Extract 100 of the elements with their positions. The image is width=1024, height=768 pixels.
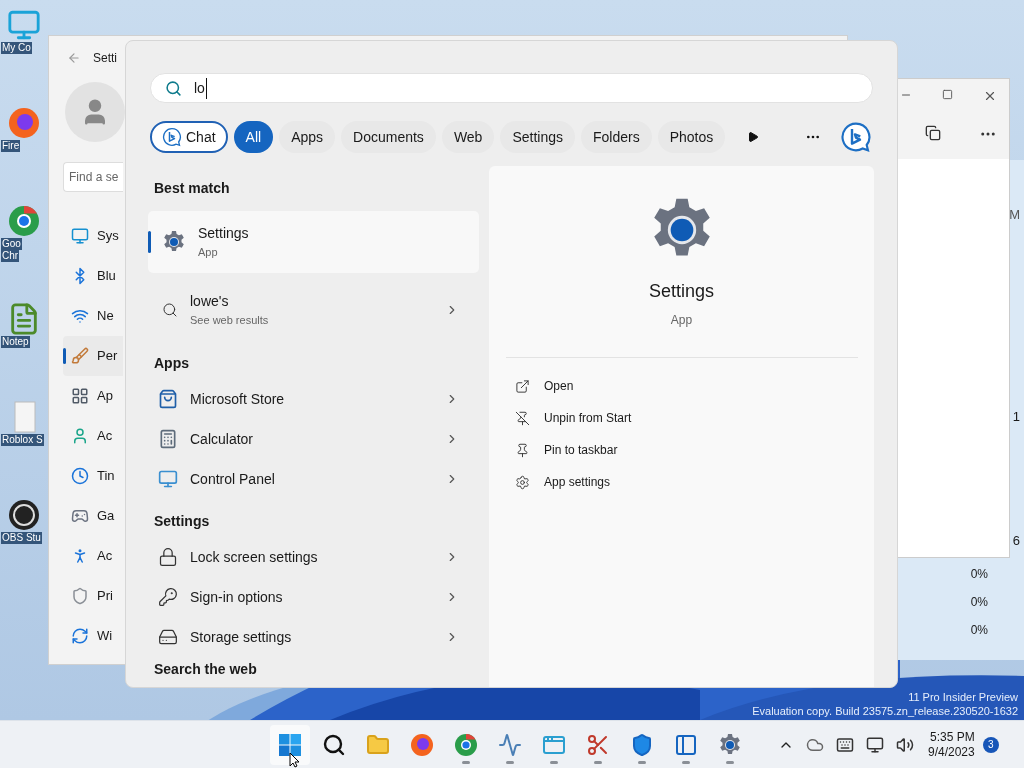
- section-heading: Apps: [154, 353, 190, 373]
- nav-item[interactable]: Per: [63, 336, 123, 376]
- nav-item[interactable]: Ac: [63, 416, 123, 456]
- lock-icon: [158, 547, 178, 567]
- filter-tab[interactable]: Settings: [500, 121, 575, 153]
- windows-logo-icon: [278, 732, 302, 757]
- action-item[interactable]: Open: [515, 370, 874, 402]
- result-item[interactable]: Lock screen settings: [154, 537, 479, 577]
- monitor-icon: [7, 8, 41, 42]
- filter-tab[interactable]: Documents: [341, 121, 436, 153]
- desktop-icon-label[interactable]: OBS Stu: [1, 532, 42, 544]
- result-item[interactable]: Microsoft Store: [154, 379, 479, 419]
- section-heading: Settings: [154, 511, 211, 531]
- nav-item[interactable]: Ga: [63, 496, 123, 536]
- cursor-icon: [289, 752, 301, 768]
- column-text: 1: [1012, 407, 1020, 426]
- clock[interactable]: 5:35 PM 9/4/2023: [928, 729, 975, 760]
- result-item[interactable]: Calculator: [154, 419, 479, 459]
- desktop-icon-label[interactable]: My Co: [1, 42, 32, 54]
- pin-icon: [515, 442, 530, 458]
- gear-icon: [162, 230, 186, 254]
- calculator-icon: [158, 429, 178, 449]
- search-icon: [322, 732, 346, 757]
- filter-tab[interactable]: Chat: [150, 121, 228, 153]
- drive-icon: [158, 627, 178, 647]
- nav-item[interactable]: Ac: [63, 536, 123, 576]
- running-indicator: [594, 760, 602, 764]
- nav-item[interactable]: Pri: [63, 576, 123, 616]
- nav-item[interactable]: Tin: [63, 456, 123, 496]
- wifi-icon: [71, 307, 89, 325]
- filter-tab[interactable]: Web: [441, 121, 495, 153]
- nav-item[interactable]: Wi: [63, 616, 123, 656]
- filter-tab[interactable]: Apps: [279, 121, 336, 153]
- running-indicator: [506, 760, 514, 764]
- action-item[interactable]: Pin to taskbar: [515, 434, 874, 466]
- nav-item[interactable]: Ap: [63, 376, 123, 416]
- desktop-icon-label[interactable]: Goo: [1, 238, 22, 250]
- result-item[interactable]: Control Panel: [154, 459, 479, 499]
- table-cell-text: 0%: [970, 565, 988, 583]
- app-logo-icon: [7, 498, 41, 532]
- clock-icon: [71, 467, 89, 485]
- browser-icon: [410, 732, 434, 757]
- notification-badge[interactable]: 3: [982, 736, 999, 753]
- open-external-icon: [515, 378, 530, 394]
- refresh-icon: [71, 627, 89, 645]
- monitor-icon: [158, 469, 178, 489]
- chat-button[interactable]: [839, 120, 873, 154]
- selection-indicator: [63, 348, 66, 364]
- running-indicator: [682, 760, 690, 764]
- running-indicator: [726, 760, 734, 764]
- copy-icon[interactable]: [925, 125, 941, 141]
- desktop-icon-label[interactable]: Roblox S: [1, 434, 44, 446]
- monitor-icon[interactable]: [866, 735, 884, 754]
- browser-icon: [7, 204, 41, 238]
- person-icon: [71, 427, 89, 445]
- brush-icon: [71, 347, 89, 365]
- play-icon: [747, 131, 760, 143]
- column-text: M: [1009, 206, 1020, 224]
- watermark-text: Evaluation copy. Build 23575.zn_release.230520-1632: [752, 704, 1018, 718]
- close-icon[interactable]: [983, 89, 997, 103]
- chat-bubble-icon: [840, 121, 873, 153]
- settings-icon: [515, 474, 530, 490]
- unpin-icon: [515, 410, 530, 426]
- nav-item[interactable]: Sys: [63, 216, 123, 256]
- nav-item[interactable]: Blu: [63, 256, 123, 296]
- desktop-icon-label[interactable]: Chr: [1, 250, 20, 262]
- gear-icon: [718, 732, 742, 757]
- maximize-icon[interactable]: [942, 89, 953, 100]
- result-item[interactable]: Storage settings: [154, 617, 479, 657]
- chat-bubble-icon: [162, 127, 182, 147]
- desktop-icon-label[interactable]: Notep: [1, 336, 30, 348]
- shopping-bag-icon: [158, 389, 178, 409]
- browser-icon: [7, 106, 41, 140]
- action-item[interactable]: Unpin from Start: [515, 402, 874, 434]
- section-heading: Best match: [154, 179, 231, 198]
- apps-icon: [71, 387, 89, 405]
- volume-icon[interactable]: [896, 735, 914, 754]
- keyboard-icon[interactable]: [836, 735, 854, 754]
- selection-indicator: [148, 231, 151, 253]
- nav-item[interactable]: Ne: [63, 296, 123, 336]
- search-field[interactable]: lo: [150, 73, 873, 103]
- filter-tab[interactable]: All: [233, 121, 274, 153]
- desktop-icon-label[interactable]: Fire: [1, 140, 21, 152]
- section-heading: Search the web: [154, 660, 258, 679]
- browser-icon: [454, 732, 478, 757]
- watermark-text: 11 Pro Insider Preview: [908, 690, 1018, 704]
- filter-tab[interactable]: Photos: [657, 121, 726, 153]
- result-item[interactable]: lowe's See web results: [154, 279, 479, 341]
- search-field[interactable]: Find a se: [63, 162, 123, 192]
- column-text: 6: [1012, 532, 1020, 550]
- shield-icon: [71, 587, 89, 605]
- search-icon: [165, 79, 182, 97]
- result-item[interactable]: Sign-in options: [154, 577, 479, 617]
- action-item[interactable]: App settings: [515, 466, 874, 498]
- scissors-icon: [586, 732, 610, 757]
- result-item[interactable]: Settings App: [148, 211, 479, 273]
- window-title: Setti: [93, 50, 117, 67]
- filter-tab[interactable]: Folders: [581, 121, 652, 153]
- monitor-icon: [71, 227, 89, 245]
- shield-icon: [630, 732, 654, 757]
